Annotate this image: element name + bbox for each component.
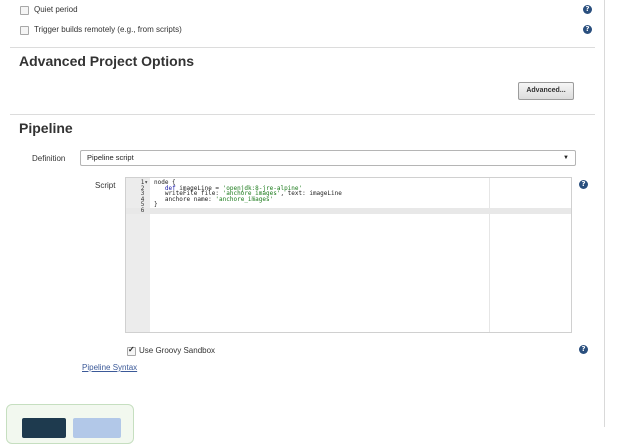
job-config-page: Quiet period ? Trigger builds remotely (…: [0, 0, 605, 444]
definition-select[interactable]: Pipeline script ▼: [80, 150, 576, 166]
definition-select-value: Pipeline script: [87, 153, 134, 162]
script-help-icon[interactable]: ?: [579, 180, 588, 189]
pipeline-syntax-link[interactable]: Pipeline Syntax: [82, 363, 137, 372]
section-divider: [10, 114, 595, 115]
save-button[interactable]: [22, 418, 66, 438]
section-divider: [10, 47, 595, 48]
remote-trigger-help-icon[interactable]: ?: [583, 25, 592, 34]
pipeline-title: Pipeline: [19, 120, 73, 136]
code-line: 6: [126, 208, 571, 214]
quiet-period-checkbox[interactable]: [20, 6, 29, 15]
script-label: Script: [95, 181, 116, 190]
advanced-button[interactable]: Advanced...: [518, 82, 574, 100]
line-number: 6: [140, 206, 148, 214]
code-lines: 1▾ node {2 def imageLine = 'openjdk:8-jre…: [126, 180, 571, 214]
groovy-sandbox-label: Use Groovy Sandbox: [139, 346, 216, 355]
dropdown-arrow-icon: ▼: [563, 155, 569, 161]
remote-trigger-label: Trigger builds remotely (e.g., from scri…: [34, 25, 182, 34]
quiet-period-label: Quiet period: [34, 5, 78, 14]
apply-button[interactable]: [73, 418, 121, 438]
sandbox-help-icon[interactable]: ?: [579, 345, 588, 354]
advanced-options-title: Advanced Project Options: [19, 53, 195, 69]
quiet-period-help-icon[interactable]: ?: [583, 5, 592, 14]
definition-label: Definition: [32, 154, 66, 163]
groovy-sandbox-checkbox[interactable]: [127, 345, 136, 356]
remote-trigger-checkbox[interactable]: [20, 26, 29, 35]
script-editor[interactable]: 1▾ node {2 def imageLine = 'openjdk:8-jre…: [125, 177, 572, 333]
